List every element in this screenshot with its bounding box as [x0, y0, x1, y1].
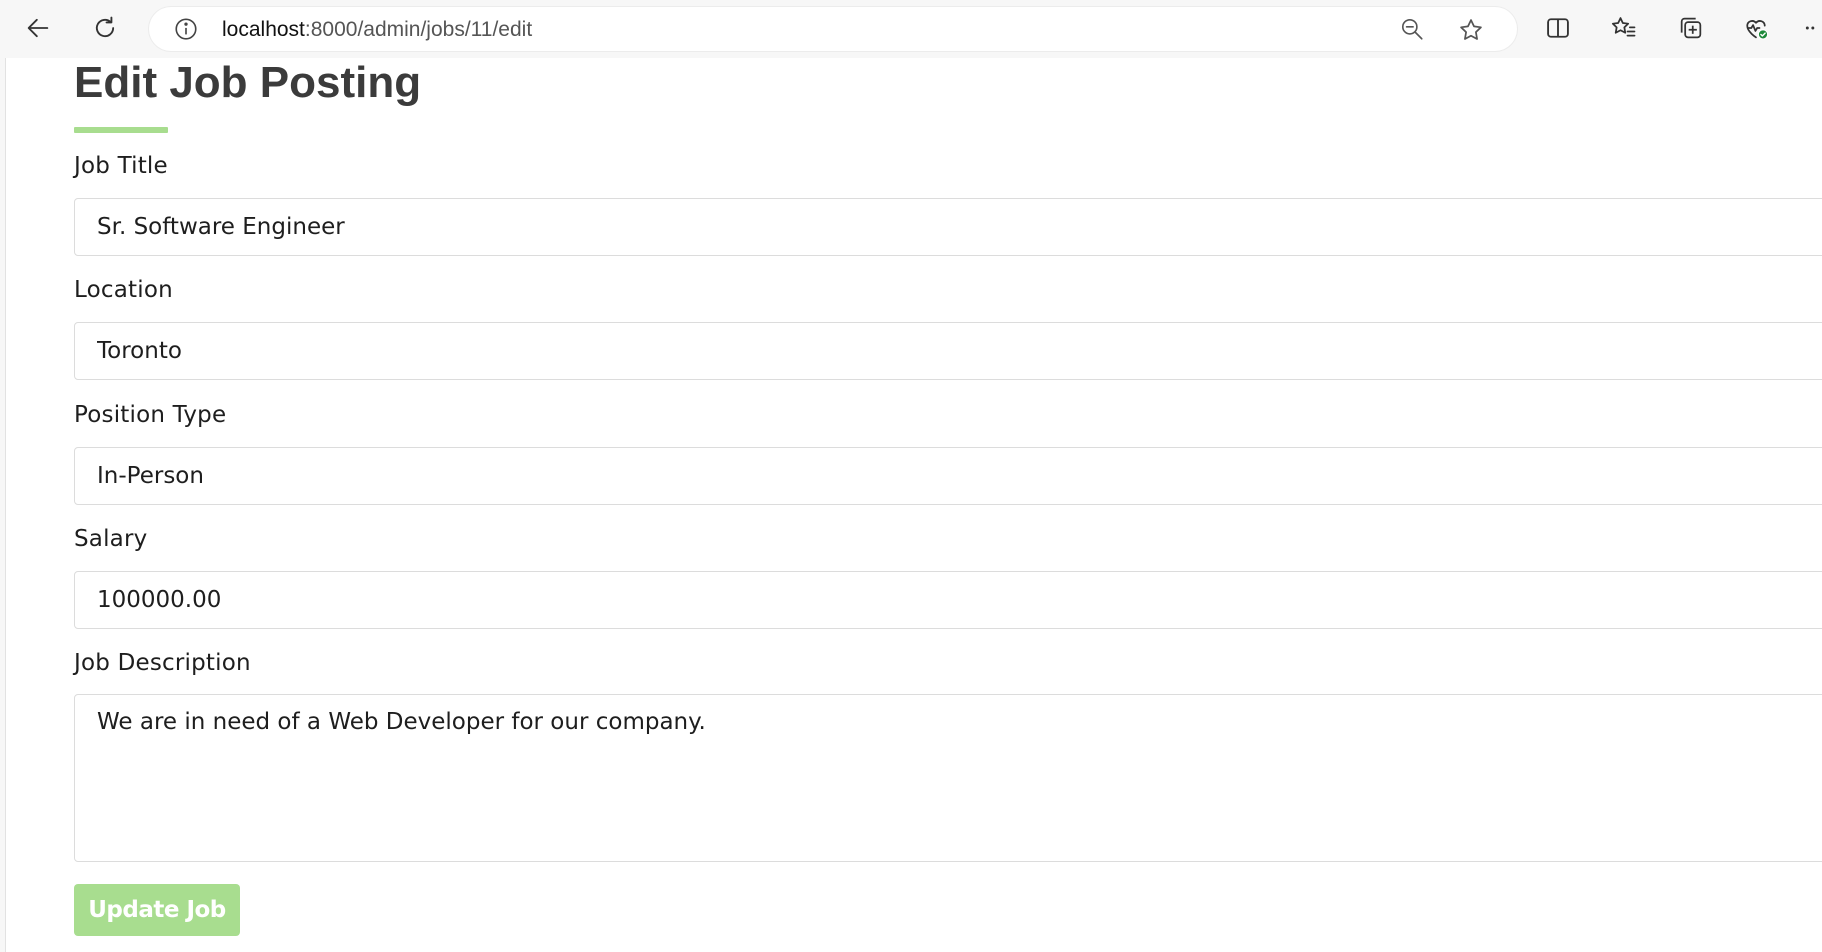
zoom-out-icon[interactable]	[1399, 16, 1425, 42]
position-type-label: Position Type	[74, 402, 227, 428]
url-path: :8000/admin/jobs/11/edit	[304, 18, 533, 41]
page-title: Edit Job Posting	[74, 58, 422, 107]
job-title-input[interactable]	[74, 198, 1822, 256]
title-underline	[74, 127, 168, 133]
location-input[interactable]	[74, 322, 1822, 380]
job-description-textarea[interactable]: We are in need of a Web Developer for ou…	[74, 694, 1822, 862]
job-title-label: Job Title	[74, 153, 168, 179]
salary-label: Salary	[74, 526, 148, 552]
back-icon[interactable]	[18, 8, 58, 48]
favorite-star-icon[interactable]	[1457, 16, 1485, 44]
address-bar[interactable]: localhost:8000/admin/jobs/11/edit	[149, 7, 1517, 51]
update-job-button[interactable]: Update Job	[74, 884, 240, 936]
info-icon[interactable]	[173, 16, 199, 42]
refresh-icon[interactable]	[85, 8, 125, 48]
salary-input[interactable]	[74, 571, 1822, 629]
page-content: Edit Job Posting Job Title Location Posi…	[5, 58, 1822, 952]
location-label: Location	[74, 277, 173, 303]
browser-health-icon[interactable]	[1736, 8, 1776, 48]
job-description-label: Job Description	[74, 650, 251, 676]
browser-toolbar: localhost:8000/admin/jobs/11/edit	[0, 0, 1822, 56]
position-type-input[interactable]	[74, 447, 1822, 505]
url-host: localhost	[222, 18, 305, 41]
url-text[interactable]: localhost:8000/admin/jobs/11/edit	[222, 18, 532, 42]
collections-icon[interactable]	[1671, 8, 1711, 48]
split-screen-icon[interactable]	[1538, 8, 1578, 48]
more-icon[interactable]	[1800, 8, 1822, 48]
favorites-list-icon[interactable]	[1604, 8, 1644, 48]
